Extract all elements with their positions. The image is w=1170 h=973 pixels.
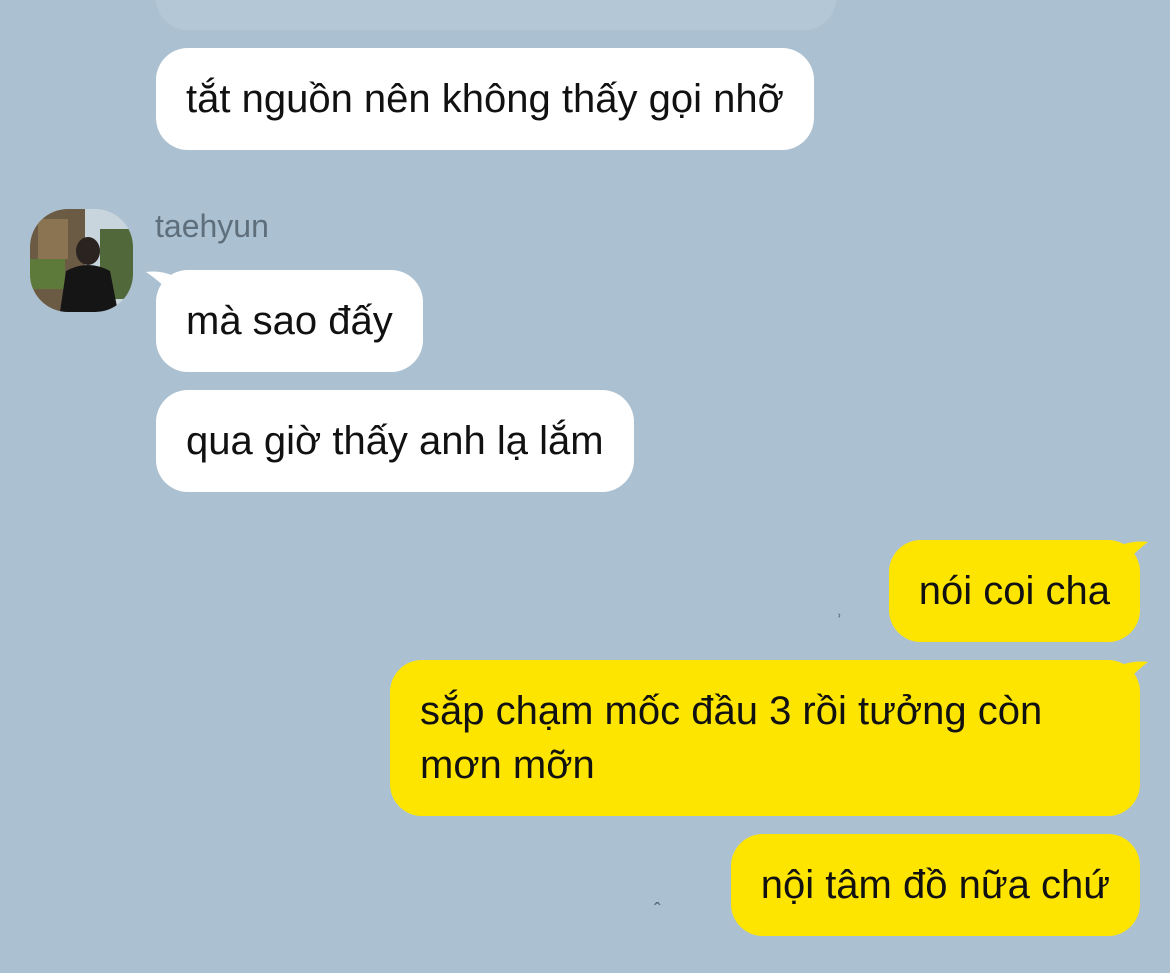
message-bubble-outgoing[interactable]: nội tâm đồ nữa chứ [730,834,1140,936]
message-bubble-incoming[interactable]: qua giờ thấy anh lạ lắm [156,390,634,492]
read-indicator: ˆ [654,900,661,922]
message-bubble-incoming[interactable]: tắt nguồn nên không thấy gọi nhỡ [156,48,814,150]
message-bubble-outgoing[interactable]: sắp chạm mốc đầu 3 rồi tưởng còn mơn mỡn [390,660,1140,816]
message-text: qua giờ thấy anh lạ lắm [186,419,604,463]
read-indicator: ʾ [836,612,843,634]
message-bubble-incoming[interactable]: mà sao đấy [156,270,423,372]
sender-name: taehyun [155,208,269,244]
message-text: nội tâm đồ nữa chứ [760,863,1110,907]
message-text: sắp chạm mốc đầu 3 rồi tưởng còn mơn mỡn [420,689,1043,787]
message-bubble-outgoing[interactable]: nói coi cha [888,540,1140,642]
message-text: nói coi cha [918,569,1110,613]
message-text: tắt nguồn nên không thấy gọi nhỡ [186,77,784,121]
message-text: mà sao đấy [186,299,393,343]
previous-message-bubble [156,0,836,30]
chat-area[interactable]: tắt nguồn nên không thấy gọi nhỡ taehyun… [0,0,1170,973]
avatar-photo-icon [30,209,133,312]
contact-avatar[interactable] [30,209,133,312]
